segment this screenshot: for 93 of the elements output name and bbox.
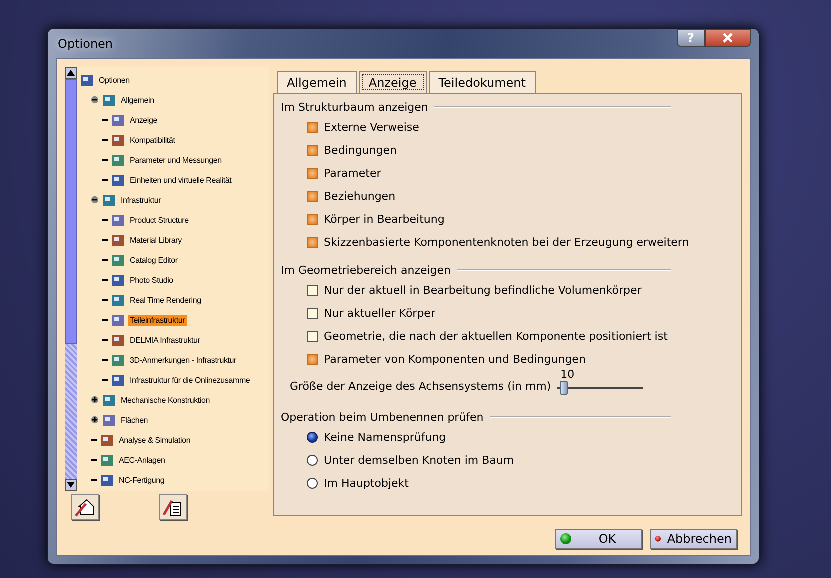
tree-item[interactable]: Einheiten und virtuelle Realität [128,174,234,186]
checkbox-label: Körper in Bearbeitung [324,213,445,226]
checkbox-label: Beziehungen [324,190,396,203]
status-dot-icon [560,533,572,545]
ok-button[interactable]: OK [555,529,642,549]
tree-item[interactable]: Allgemein [119,94,156,106]
tree-node-icon [111,213,125,227]
tree-item[interactable]: Catalog Editor [128,254,180,266]
checkbox[interactable] [307,145,318,156]
tree-item[interactable]: Real Time Rendering [128,294,204,306]
tree-item[interactable]: 3D-Anmerkungen - Infrastruktur [128,354,238,366]
tree-item[interactable]: Kompatibilität [128,134,178,146]
tree-node-icon [102,193,116,207]
checkbox-label: Nur der aktuell in Bearbeitung befindliche Volumenkörper [324,284,642,297]
radio-button[interactable] [307,478,318,489]
tree-item[interactable]: DELMIA Infrastruktur [128,334,202,346]
tree-node-icon [111,173,125,187]
tree-node-icon [111,113,125,127]
collapse-icon[interactable] [91,96,99,104]
expand-icon[interactable] [91,416,99,424]
scrollbar[interactable] [65,67,77,491]
tree-node-icon [102,393,116,407]
tab[interactable]: Anzeige [358,71,427,93]
tree-item[interactable]: Optionen [97,74,132,86]
tree-item[interactable]: Flächen [119,414,150,426]
tab[interactable]: Allgemein [277,71,357,93]
tree-item[interactable]: Anzeige [128,114,160,126]
tree-item[interactable]: Analyse & Simulation [117,434,193,446]
tree-item[interactable]: AEC-Anlagen [117,454,168,466]
checkbox[interactable] [307,308,318,319]
tree-node-icon [102,413,116,427]
checkbox[interactable] [307,214,318,225]
tree-node-icon [111,293,125,307]
tree-item[interactable]: Material Library [128,234,184,246]
checkbox-label: Bedingungen [324,144,397,157]
radio-label: Im Hauptobjekt [324,477,409,490]
tree-node-icon [111,373,125,387]
checkbox[interactable] [307,331,318,342]
tree-node-icon [100,453,114,467]
close-button[interactable] [705,29,751,47]
tree-node-icon [102,93,116,107]
radio-button[interactable] [307,432,318,443]
section-title: Im Geometriebereich anzeigen [281,264,452,276]
expand-icon[interactable] [91,396,99,404]
section-title: Im Strukturbaum anzeigen [281,100,428,114]
checkbox[interactable] [307,237,318,248]
radio-button[interactable] [307,455,318,466]
radio-label: Unter demselben Knoten im Baum [324,454,514,467]
tree-node-icon [80,73,94,87]
checkbox[interactable] [307,354,318,365]
checkbox-label: Externe Verweise [324,121,420,134]
tree-node-icon [100,473,114,487]
tree-item[interactable]: Infrastruktur für die Onlinezusamme [128,374,252,386]
slider-value: 10 [560,368,575,380]
tab[interactable]: Teiledokument [428,71,536,93]
collapse-icon[interactable] [91,196,99,204]
tree-node-icon [111,153,125,167]
scroll-up-button[interactable] [65,67,77,79]
checkbox[interactable] [307,285,318,296]
tree-item[interactable]: Teileinfrastruktur [128,314,188,326]
checkbox[interactable] [307,191,318,202]
radio-label: Keine Namensprüfung [324,431,446,444]
tree-node-icon [100,433,114,447]
section-title: Operation beim Umbenennen prüfen [281,410,484,424]
checkbox[interactable] [307,122,318,133]
tree-node-icon [111,333,125,347]
checkbox-label: Parameter von Komponenten und Bedingungen [324,353,586,366]
checkbox-label: Nur aktueller Körper [324,307,436,320]
tree-node-icon [111,313,125,327]
checkbox-label: Geometrie, die nach der aktuellen Komponente positioniert ist [324,330,668,343]
reset-button[interactable] [71,494,99,520]
tree-item[interactable]: Infrastruktur [119,194,164,206]
tree-item[interactable]: Product Structure [128,214,191,226]
tree-item[interactable]: Photo Studio [128,274,176,286]
window-title: Optionen [57,36,114,50]
cancel-button[interactable]: Abbrechen [650,529,737,549]
slider-thumb[interactable] [560,380,568,394]
tree-node-icon [111,133,125,147]
tree-item[interactable]: NC-Fertigung [117,474,167,486]
export-button[interactable] [159,494,187,520]
tree-item[interactable]: Parameter und Messungen [128,154,224,166]
tree-node-icon [111,273,125,287]
tree-node-icon [111,233,125,247]
checkbox[interactable] [307,168,318,179]
close-icon [722,33,734,43]
scroll-down-button[interactable] [65,479,77,491]
tree-node-icon [111,253,125,267]
tree-item[interactable]: Mechanische Konstruktion [119,394,212,406]
checkbox-label: Skizzenbasierte Komponentenknoten bei der Erzeugung erweitern [324,236,690,249]
tree-node-icon [111,353,125,367]
checkbox-label: Parameter [324,167,382,180]
status-dot-icon [655,533,662,545]
slider-label: Größe der Anzeige des Achsensystems (in mm) [290,380,552,392]
